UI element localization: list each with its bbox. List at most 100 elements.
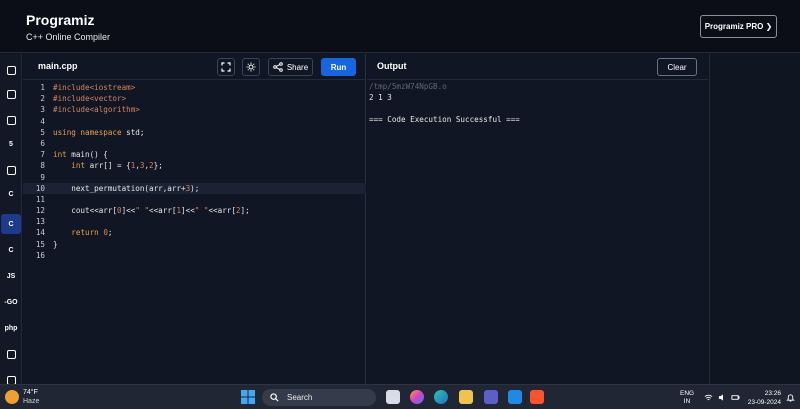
line-source: #include<algorithm> <box>53 105 140 115</box>
theme-toggle-button[interactable] <box>242 58 260 76</box>
sidebar-item-swift[interactable] <box>1 344 21 364</box>
search-label: Search <box>287 393 313 402</box>
app-window: Programiz C++ Online Compiler Programiz … <box>0 0 800 409</box>
task-view-icon[interactable] <box>386 390 400 404</box>
code-line[interactable]: 4 <box>23 116 366 127</box>
edge-browser-icon[interactable] <box>434 390 448 404</box>
cpp-icon: C <box>8 220 14 228</box>
weather-description: Haze <box>23 398 40 405</box>
top-header: Programiz C++ Online Compiler Programiz … <box>0 0 800 53</box>
line-number: 13 <box>35 217 45 227</box>
code-line[interactable]: 14 return 0; <box>23 227 366 238</box>
mail-icon[interactable] <box>508 390 522 404</box>
language-indicator[interactable]: ENG IN <box>680 390 694 406</box>
volume-icon[interactable] <box>718 393 727 402</box>
sidebar-item-go[interactable]: -GO <box>1 292 21 312</box>
line-number: 6 <box>40 138 45 148</box>
sidebar-item-c[interactable]: C <box>1 184 21 204</box>
logo-text: Programiz <box>26 12 95 28</box>
code-line[interactable]: 3 #include<algorithm> <box>23 104 366 115</box>
weather-temperature: 74°F <box>23 389 38 396</box>
output-title: Output <box>377 61 407 71</box>
share-icon <box>273 62 283 72</box>
programiz-logo[interactable]: Programiz <box>26 12 94 28</box>
expand-icon <box>221 62 231 72</box>
file-tab-main-cpp[interactable]: main.cpp <box>38 61 78 71</box>
fullscreen-button[interactable] <box>217 58 235 76</box>
python-icon <box>6 65 16 75</box>
line-number: 10 <box>35 183 45 193</box>
code-line[interactable]: 7 int main() { <box>23 149 366 160</box>
sidebar-item-r[interactable] <box>1 84 21 104</box>
clock-date: 23-09-2024 <box>747 399 781 406</box>
compiler-subtitle: C++ Online Compiler <box>26 32 111 42</box>
code-line[interactable]: 5 using namespace std; <box>23 127 366 138</box>
line-source: cout<<arr[0]<<" "<<arr[1]<<" "<<arr[2]; <box>53 206 250 216</box>
sidebar-item-python[interactable] <box>1 60 21 80</box>
code-line[interactable]: 6 <box>23 138 366 149</box>
code-line[interactable]: 15} <box>23 239 366 250</box>
line-number: 12 <box>35 206 45 216</box>
c-icon: C <box>8 190 14 198</box>
code-editor-panel: main.cpp Share Run 1 #include<iostream> 2 #… <box>23 54 366 384</box>
sidebar-item-php[interactable]: php <box>1 318 21 338</box>
language-sidebar: 5 C C C JS -GO php <box>0 54 22 385</box>
line-number: 3 <box>40 105 45 115</box>
line-number: 14 <box>35 228 45 238</box>
share-button[interactable]: Share <box>268 58 313 76</box>
code-line[interactable]: 12 cout<<arr[0]<<" "<<arr[1]<<" "<<arr[2… <box>23 205 366 216</box>
sidebar-item-cpp[interactable]: C <box>1 214 21 234</box>
region-code: IN <box>683 398 691 405</box>
go-icon: -GO <box>4 298 18 306</box>
teams-icon[interactable] <box>484 390 498 404</box>
run-button[interactable]: Run <box>321 58 356 76</box>
brave-browser-icon[interactable] <box>530 390 544 404</box>
html-icon: 5 <box>9 140 13 148</box>
language-code: ENG <box>680 390 695 397</box>
csharp-icon: C <box>8 246 14 254</box>
line-number: 1 <box>40 83 45 92</box>
battery-icon[interactable] <box>731 393 740 402</box>
java-icon <box>6 165 16 175</box>
sidebar-item-csharp[interactable]: C <box>1 240 21 260</box>
wifi-icon[interactable] <box>704 393 713 402</box>
output-binary-path: /tmp/5mzW74NpGB.o <box>369 82 447 91</box>
code-line[interactable]: 2 #include<vector> <box>23 93 366 104</box>
file-explorer-icon[interactable] <box>459 390 473 404</box>
execution-status: === Code Execution Successful === <box>369 115 520 124</box>
sidebar-item-html[interactable]: 5 <box>1 134 21 154</box>
taskbar-search-box[interactable]: Search <box>262 389 376 406</box>
editor-toolbar: main.cpp Share Run <box>23 54 366 80</box>
notification-bell-icon[interactable] <box>786 393 795 402</box>
line-source: #include<vector> <box>53 94 127 104</box>
sidebar-item-java[interactable] <box>1 160 21 180</box>
database-icon <box>6 115 16 125</box>
sun-icon <box>246 62 256 72</box>
output-header: Output Clear <box>367 54 708 80</box>
clock-time: 23:26 <box>764 390 781 397</box>
weather-icon[interactable] <box>5 390 19 404</box>
code-line[interactable]: 8 int arr[] = {1,3,2}; <box>23 160 366 171</box>
line-number: 15 <box>35 239 45 249</box>
programiz-pro-button[interactable]: Programiz PRO ❯ <box>700 15 777 38</box>
sidebar-item-sql[interactable] <box>1 110 21 130</box>
code-line[interactable]: 10 next_permutation(arr,arr+3); <box>23 182 366 194</box>
line-source: #include<iostream> <box>53 83 136 92</box>
code-line[interactable]: 11 <box>23 194 366 205</box>
windows-start-icon[interactable] <box>241 390 255 404</box>
clear-button[interactable]: Clear <box>657 58 697 76</box>
code-line[interactable]: 1 #include<iostream> <box>23 82 366 93</box>
swift-icon <box>6 349 16 359</box>
code-line[interactable]: 9 <box>23 172 366 183</box>
code-line[interactable]: 16 <box>23 250 366 261</box>
line-number: 16 <box>35 250 45 260</box>
sidebar-item-js[interactable]: JS <box>1 266 21 286</box>
system-clock[interactable]: 23:26 23-09-2024 <box>745 389 781 407</box>
output-panel: Output Clear /tmp/5mzW74NpGB.o 2 1 3 ===… <box>367 54 708 384</box>
code-area[interactable]: 1 #include<iostream> 2 #include<vector> 3 #in… <box>23 82 366 261</box>
line-source: int arr[] = {1,3,2}; <box>71 161 163 171</box>
line-source: } <box>53 239 58 249</box>
code-line[interactable]: 13 <box>23 216 366 227</box>
copilot-icon[interactable] <box>410 390 424 404</box>
line-number: 11 <box>35 194 45 204</box>
